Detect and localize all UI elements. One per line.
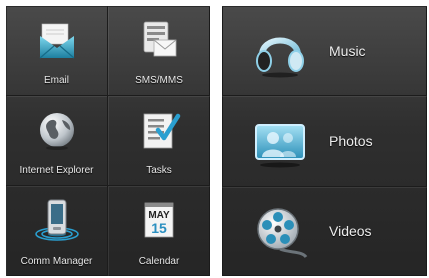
email-icon xyxy=(39,23,74,59)
music-label: Music xyxy=(329,42,366,59)
headphones-icon xyxy=(256,37,304,78)
media-menu-panel: Music Photos Videos xyxy=(222,6,427,276)
videos-label: Videos xyxy=(329,223,372,240)
videos-row[interactable]: Videos xyxy=(222,187,427,276)
comm-manager-label: Comm Manager xyxy=(20,256,93,267)
sms-mms-label: SMS/MMS xyxy=(135,75,183,86)
calendar-icon: MAY 15 xyxy=(144,202,174,238)
photos-icon xyxy=(255,123,305,168)
calendar-tile[interactable]: MAY 15 Calendar xyxy=(108,186,210,276)
email-label: Email xyxy=(43,75,69,86)
internet-explorer-globe-icon xyxy=(39,113,74,150)
calendar-day: 15 xyxy=(151,220,167,236)
internet-explorer-tile[interactable]: Internet Explorer xyxy=(6,96,108,186)
comm-manager-tile[interactable]: Comm Manager xyxy=(6,186,108,276)
media-list: Music Photos Videos xyxy=(222,6,427,276)
tasks-tile[interactable]: Tasks xyxy=(108,96,210,186)
internet-explorer-label: Internet Explorer xyxy=(19,165,94,176)
app-grid: Email SMS/MMS Internet Explorer Tasks Co… xyxy=(6,6,210,276)
email-tile[interactable]: Email xyxy=(6,6,108,96)
sms-mms-icon xyxy=(143,21,177,57)
calendar-label: Calendar xyxy=(138,256,180,267)
tasks-checklist-icon xyxy=(143,113,181,149)
music-row[interactable]: Music xyxy=(222,6,427,97)
sms-mms-tile[interactable]: SMS/MMS xyxy=(108,6,210,96)
main-menu-panel: Email SMS/MMS Internet Explorer Tasks Co… xyxy=(6,6,210,276)
tasks-label: Tasks xyxy=(146,165,172,176)
photos-label: Photos xyxy=(329,132,373,149)
photos-row[interactable]: Photos xyxy=(222,96,427,187)
film-reel-icon xyxy=(257,208,308,259)
comm-manager-phone-icon xyxy=(34,199,79,241)
